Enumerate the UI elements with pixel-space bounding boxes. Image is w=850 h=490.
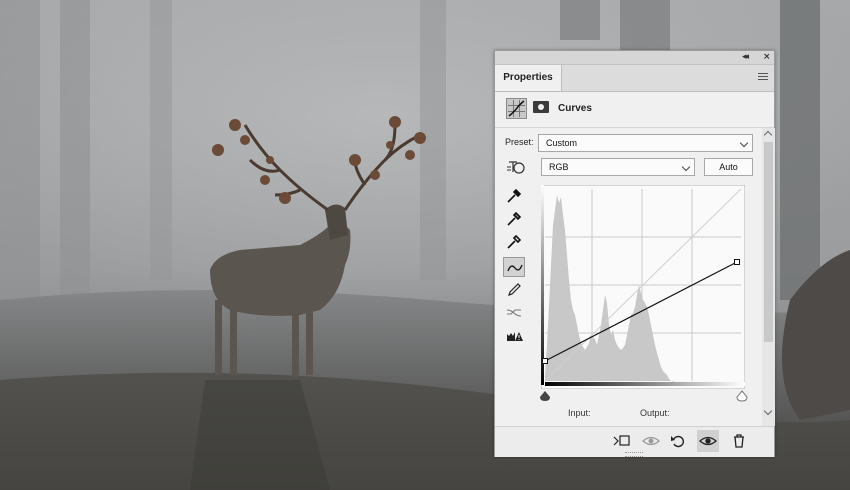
panel-bottom-bar [495,426,774,457]
channel-value: RGB [549,162,569,172]
chevron-down-icon [681,162,691,172]
auto-button[interactable]: Auto [704,158,753,176]
close-icon[interactable]: × [763,51,771,64]
curves-adjustment-icon[interactable] [506,98,527,119]
panel-resize-grip[interactable] [625,452,643,457]
chevron-down-icon [739,138,749,148]
delete-trash-icon[interactable] [731,433,749,449]
scroll-up-icon[interactable] [763,130,773,140]
black-point-eyedropper-icon[interactable] [503,186,525,206]
curve-edit-tool-icon[interactable] [503,257,525,277]
adjustment-header: Curves [495,92,774,128]
panel-scrollbar[interactable] [762,128,775,426]
output-label: Output: [640,408,670,418]
panel-titlebar[interactable]: ◂◂ × [495,51,774,65]
curve-point-highlights [734,259,740,265]
preset-dropdown[interactable]: Custom [538,134,753,152]
collapse-icon[interactable]: ◂◂ [742,51,749,64]
clipping-warning-icon[interactable] [503,326,525,346]
scroll-down-icon[interactable] [763,406,773,416]
channel-dropdown[interactable]: RGB [541,158,695,176]
scroll-thumb[interactable] [764,142,773,342]
pencil-icon[interactable] [503,280,525,300]
visibility-eye-icon[interactable] [697,430,719,452]
white-point-eyedropper-icon[interactable] [503,232,525,252]
adjustment-title: Curves [558,103,592,114]
targeted-adjustment-icon[interactable] [505,158,527,176]
preset-label: Preset: [505,137,534,147]
tab-properties[interactable]: Properties [495,65,562,91]
clip-to-layer-icon[interactable] [612,433,630,449]
properties-panel: ◂◂ × Properties Curves Preset: Custom RG… [494,50,775,457]
curves-content: Preset: Custom RGB Auto Input: Output: [495,128,761,426]
curve-point-shadows [542,358,548,364]
panel-menu-icon[interactable] [758,73,768,81]
view-previous-state-icon[interactable] [641,433,660,449]
white-point-slider-icon[interactable] [736,390,748,402]
smooth-curve-icon[interactable] [503,303,525,323]
black-point-slider-icon[interactable] [539,390,551,402]
preset-value: Custom [546,138,578,148]
input-label: Input: [568,408,591,418]
reset-icon[interactable] [669,433,687,449]
layer-mask-icon[interactable] [533,101,549,113]
panel-tabbar: Properties [495,65,774,92]
gray-point-eyedropper-icon[interactable] [503,209,525,229]
curves-graph[interactable] [541,185,745,389]
